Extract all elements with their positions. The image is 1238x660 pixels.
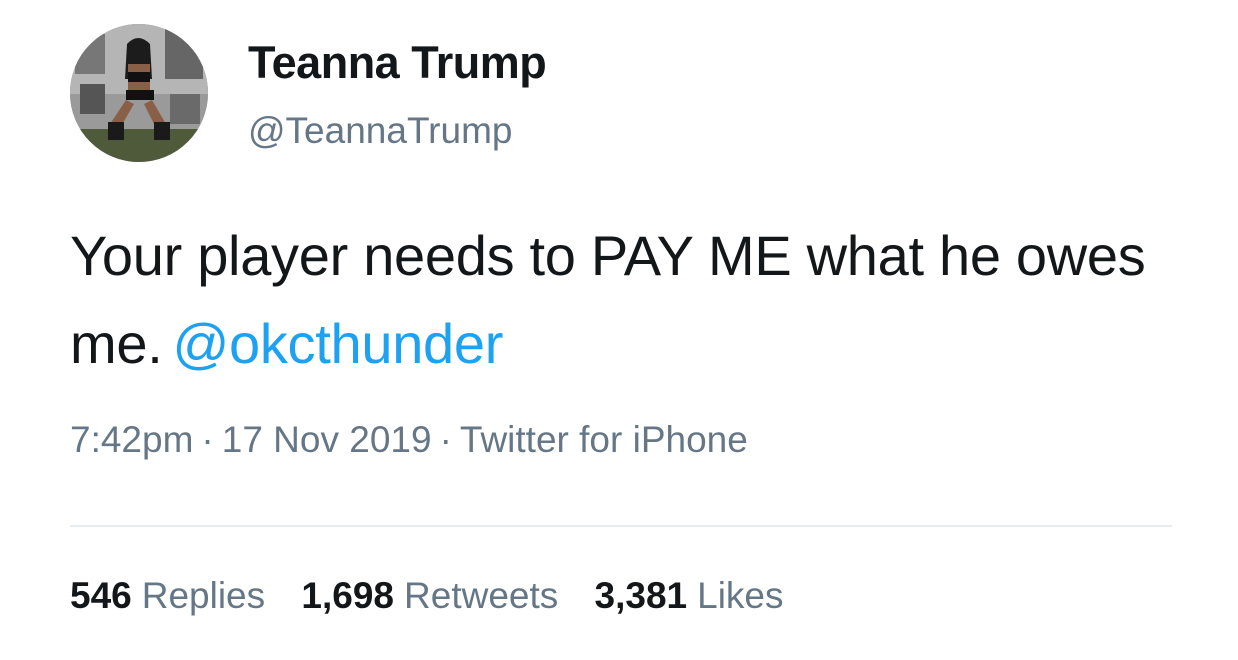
meta-separator: · [201, 419, 214, 460]
stat-label: Likes [697, 575, 784, 616]
stat-likes[interactable]: 3,381 Likes [595, 575, 784, 616]
stat-count: 1,698 [301, 575, 395, 616]
tweet-time[interactable]: 7:42pm [70, 419, 193, 460]
stat-label: Retweets [404, 575, 559, 616]
mention-link[interactable]: @okcthunder [172, 312, 503, 375]
avatar-photo [70, 24, 208, 162]
display-name[interactable]: Teanna Trump [248, 37, 547, 89]
tweet-text: Your player needs to PAY ME what he owes… [70, 212, 1190, 388]
stat-label: Replies [141, 575, 266, 616]
stat-replies[interactable]: 546 Replies [70, 575, 265, 616]
stat-retweets[interactable]: 1,698 Retweets [301, 575, 558, 616]
tweet-card: Teanna Trump @TeannaTrump Your player ne… [0, 0, 1238, 660]
meta-separator: · [439, 419, 452, 460]
tweet-metadata: 7:42pm · 17 Nov 2019 · Twitter for iPhone [70, 419, 748, 461]
tweet-date[interactable]: 17 Nov 2019 [222, 419, 432, 460]
user-handle[interactable]: @TeannaTrump [248, 110, 512, 152]
stat-count: 546 [70, 575, 132, 616]
divider [70, 525, 1172, 527]
avatar[interactable] [70, 24, 208, 162]
tweet-stats: 546 Replies 1,698 Retweets 3,381 Likes [70, 575, 810, 617]
tweet-source[interactable]: Twitter for iPhone [460, 419, 748, 460]
stat-count: 3,381 [594, 575, 688, 616]
